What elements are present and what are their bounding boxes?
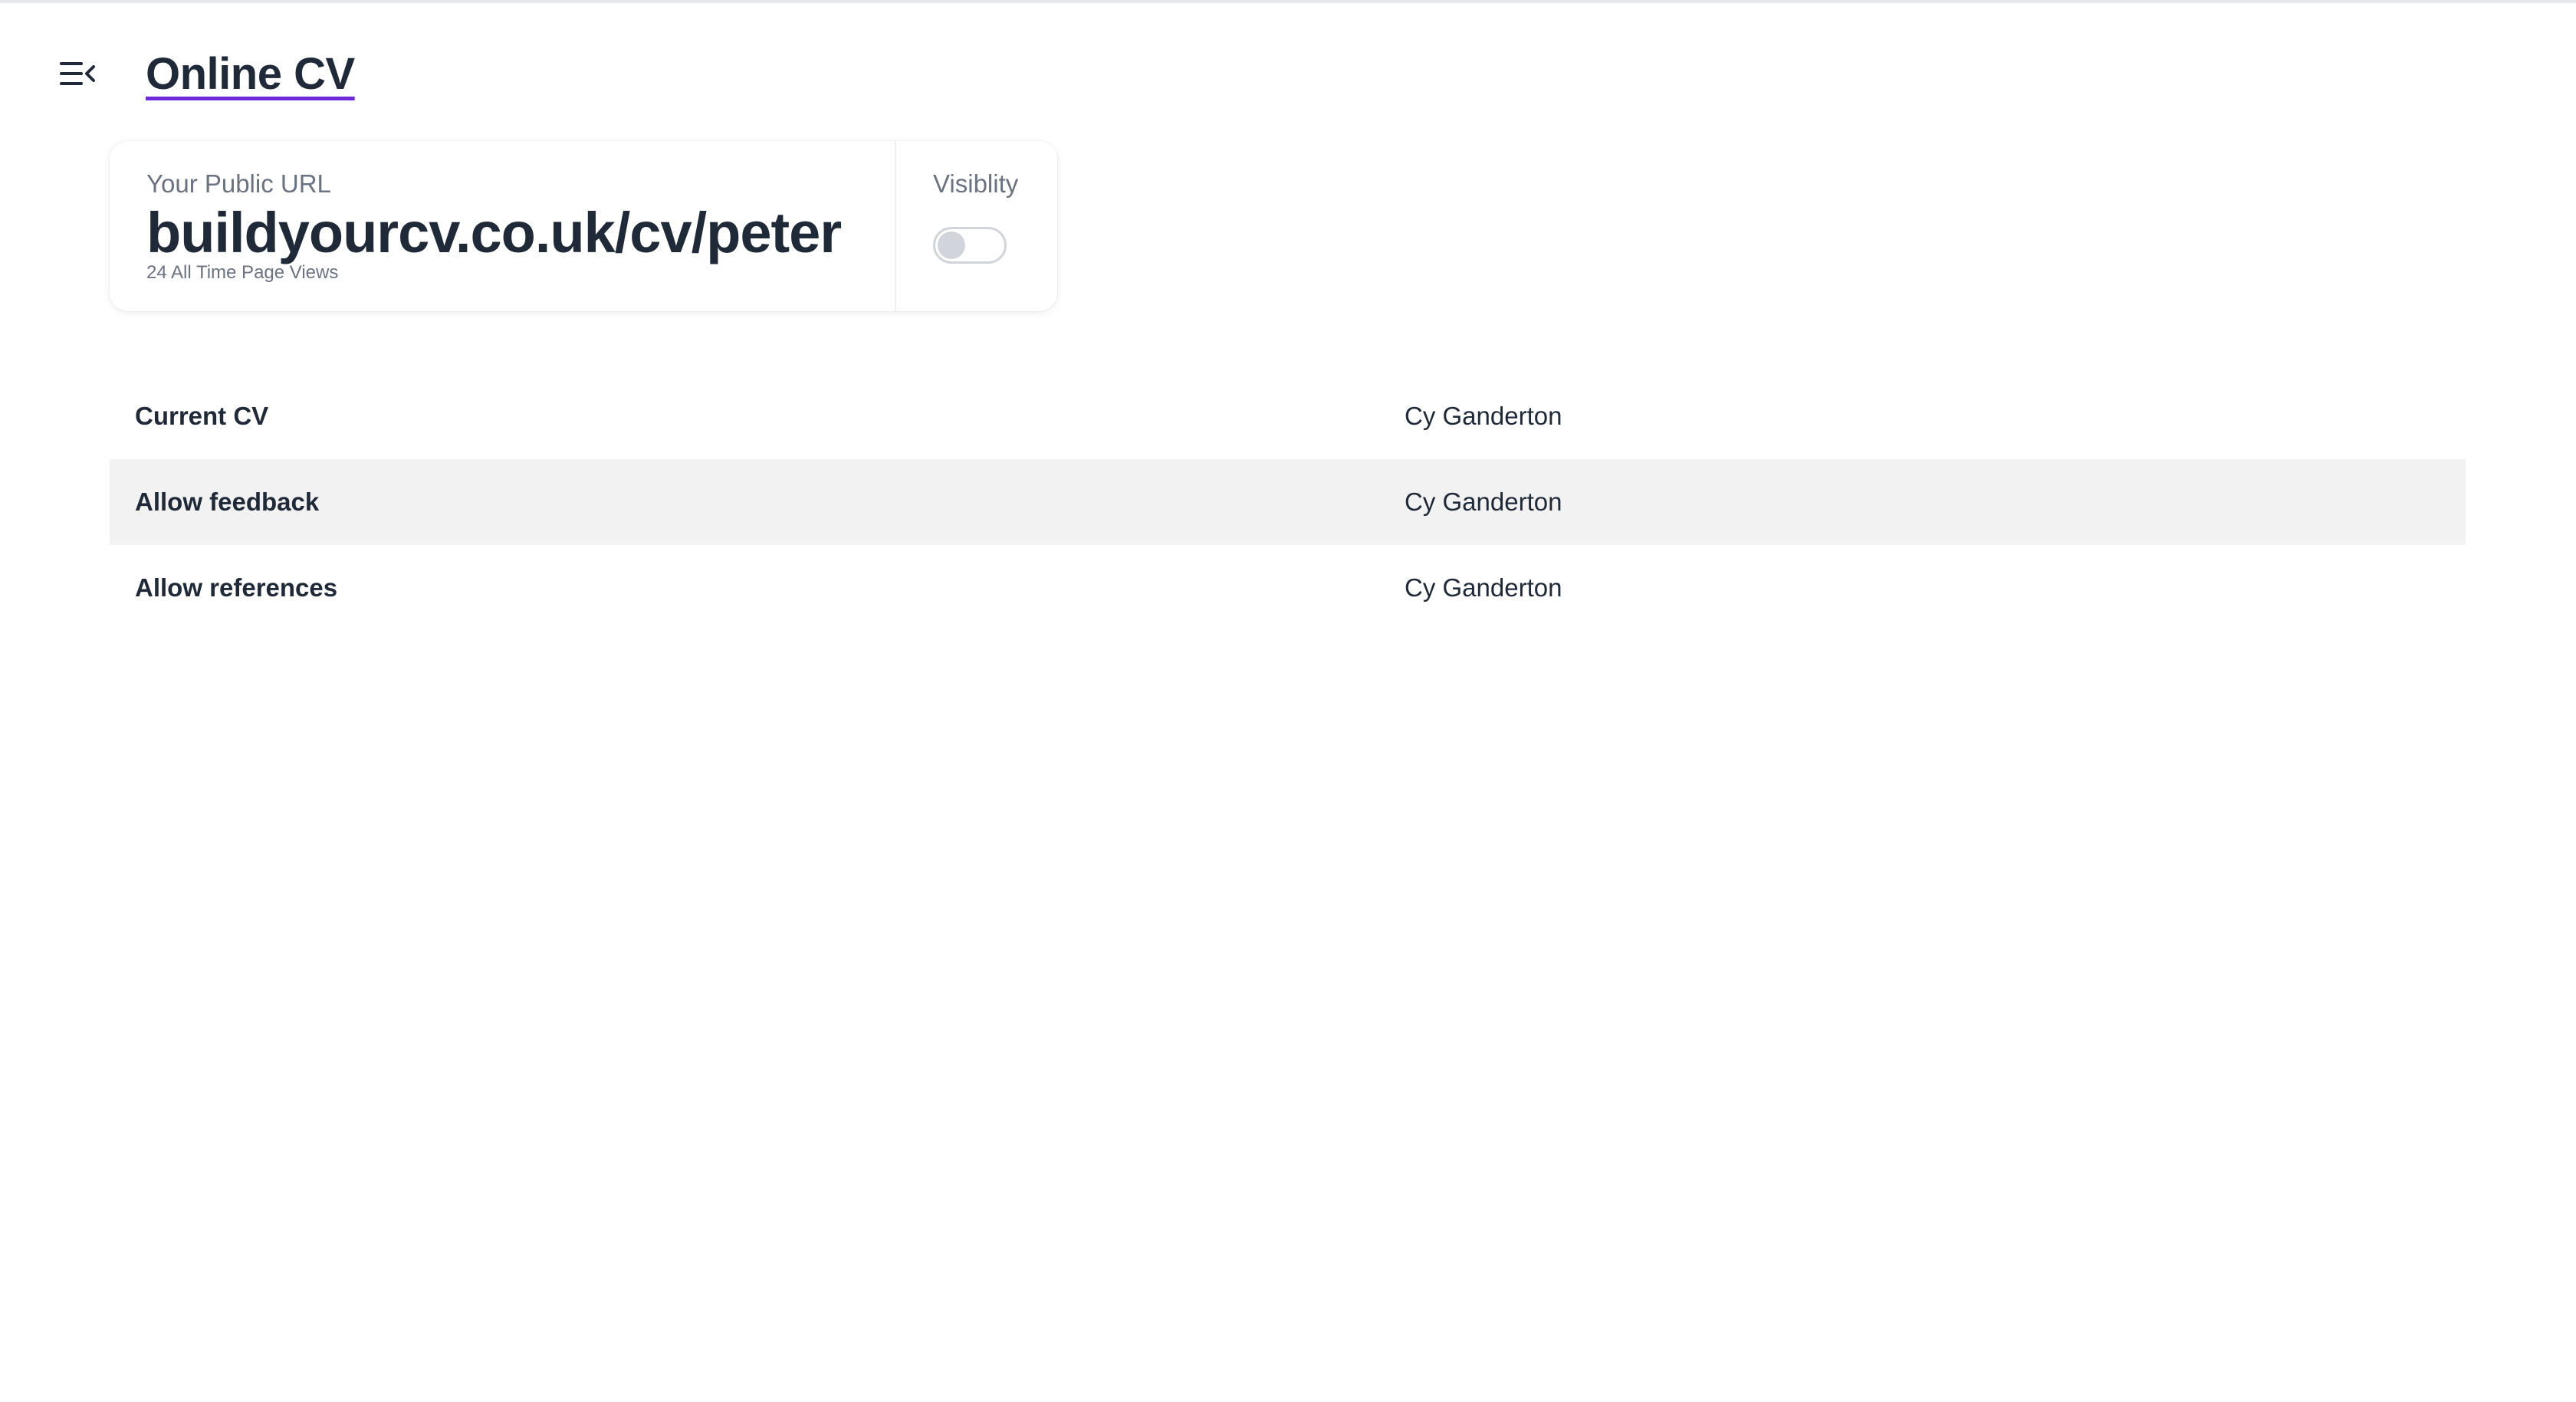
public-url-value: buildyourcv.co.uk/cv/peter bbox=[146, 201, 842, 264]
public-url-label: Your Public URL bbox=[146, 169, 331, 198]
public-url-card: Your Public URL buildyourcv.co.uk/cv/pet… bbox=[110, 141, 1057, 311]
row-label: Current CV bbox=[135, 402, 269, 430]
settings-row-allow-feedback[interactable]: Allow feedback Cy Ganderton bbox=[110, 459, 2466, 545]
visibility-label: Visiblity bbox=[933, 169, 1019, 198]
row-value: Cy Ganderton bbox=[1405, 402, 1562, 430]
settings-row-current-cv[interactable]: Current CV Cy Ganderton bbox=[110, 373, 2466, 459]
visibility-toggle-knob bbox=[938, 231, 965, 259]
page-header: Online CV bbox=[60, 46, 355, 101]
settings-table: Current CV Cy Ganderton Allow feedback C… bbox=[110, 373, 2466, 631]
row-label: Allow references bbox=[135, 573, 338, 602]
page-title[interactable]: Online CV bbox=[146, 48, 355, 100]
row-value: Cy Ganderton bbox=[1405, 488, 1562, 516]
public-url-section: Your Public URL buildyourcv.co.uk/cv/pet… bbox=[110, 141, 896, 311]
row-value: Cy Ganderton bbox=[1405, 573, 1562, 602]
row-label: Allow feedback bbox=[135, 488, 320, 516]
settings-row-allow-references[interactable]: Allow references Cy Ganderton bbox=[110, 545, 2466, 631]
page-views-count: 24 All Time Page Views bbox=[146, 262, 339, 283]
visibility-section: Visiblity bbox=[896, 141, 1057, 311]
visibility-toggle[interactable] bbox=[933, 227, 1007, 264]
menu-collapse-icon[interactable] bbox=[60, 60, 97, 87]
